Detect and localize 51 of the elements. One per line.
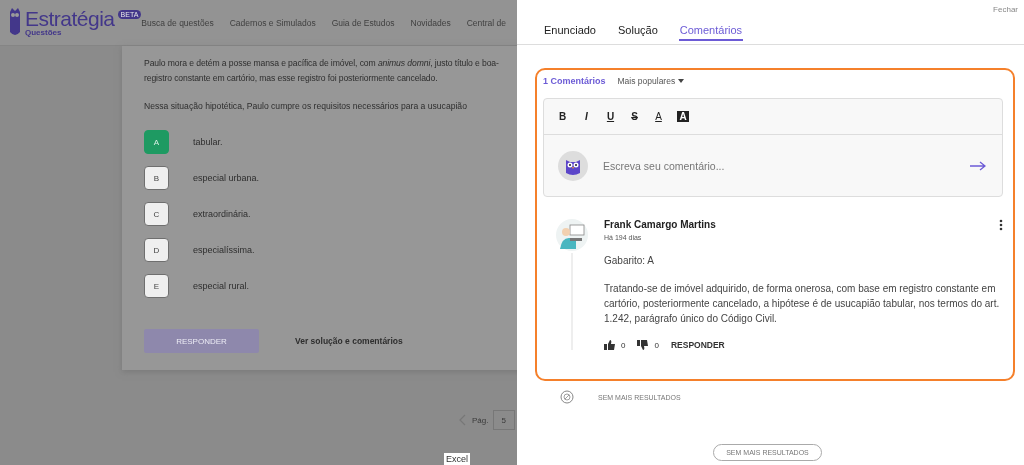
tab[interactable]: Solução: [617, 21, 659, 41]
logo-name: Estratégia: [25, 8, 115, 29]
option-text: especial rural.: [193, 281, 250, 291]
option-text: tabular.: [193, 137, 223, 147]
no-results-icon: [560, 390, 574, 404]
solution-link[interactable]: Ver solução e comentários: [295, 336, 403, 346]
logo-subtitle: Questões: [25, 29, 62, 37]
author-name: Frank Camargo Martins: [604, 219, 716, 230]
arrow-right-icon[interactable]: [970, 160, 986, 171]
close-link[interactable]: Fechar: [993, 5, 1018, 14]
nav-link[interactable]: Busca de questões: [141, 17, 214, 28]
thumbs-down-icon[interactable]: [637, 340, 649, 350]
question-text: registro constante em cartório, mas esse registro foi posteriormente cancelado.: [144, 72, 439, 85]
owl-logo-icon: [8, 7, 22, 38]
like-count: 0: [621, 340, 626, 350]
option-text: especialíssima.: [193, 245, 255, 255]
option-letter-button[interactable]: B: [144, 166, 169, 190]
strikethrough-button[interactable]: S: [629, 111, 640, 122]
comment-text: Gabarito: A: [604, 254, 656, 268]
bold-button[interactable]: B: [557, 111, 568, 122]
question-prompt: Nessa situação hipotética, Paulo cumpre os requisitos necessários para a usucapião: [144, 101, 468, 111]
nav-link[interactable]: Cadernos e Simulados: [229, 17, 316, 28]
comment-count: 1 Comentários: [543, 76, 606, 86]
thumbs-up-icon[interactable]: [604, 340, 615, 350]
more-options-icon[interactable]: [999, 219, 1003, 231]
tab[interactable]: Comentários: [678, 21, 744, 41]
italic-button[interactable]: I: [581, 111, 592, 122]
owl-avatar-icon: [558, 150, 588, 181]
text-color-button[interactable]: A: [653, 111, 664, 122]
question-text: Paulo mora e detém a posse mansa e pacífica de imóvel, com animus domni, justo título e boa-: [144, 57, 500, 70]
tooltip: Excel: [444, 453, 470, 465]
comment-text: Tratando-se de imóvel adquirido, de forma onerosa, com base em registro constante em cartório, posteriormente cancelado, a hipótese é de usucapião tabular, nos termos do art. 1.242, parágrafo único do Código Civil.: [604, 282, 1001, 326]
highlight-button[interactable]: A: [677, 111, 689, 122]
option-letter-button[interactable]: D: [144, 238, 169, 262]
comment-input[interactable]: Escreva seu comentário...: [601, 158, 957, 173]
underline-button[interactable]: U: [605, 111, 616, 122]
option-letter-button[interactable]: C: [144, 202, 169, 226]
page-label: Pág.: [472, 415, 489, 425]
option-text: especial urbana.: [193, 173, 260, 183]
sort-dropdown[interactable]: Mais populares: [617, 76, 685, 86]
avatar-icon: [556, 219, 588, 251]
nav-link[interactable]: Novidades: [410, 17, 451, 28]
dislike-count: 0: [654, 340, 659, 350]
tab[interactable]: Enunciado: [543, 21, 597, 41]
nav-link[interactable]: Guia de Estudos: [331, 17, 395, 28]
reply-button[interactable]: RESPONDER: [670, 340, 725, 350]
option-text: extraordinária.: [193, 209, 251, 219]
nav-link[interactable]: Central de: [466, 17, 506, 28]
option-letter-button[interactable]: E: [144, 274, 169, 298]
page-field[interactable]: 5: [493, 410, 516, 430]
caret-icon: [678, 79, 685, 83]
